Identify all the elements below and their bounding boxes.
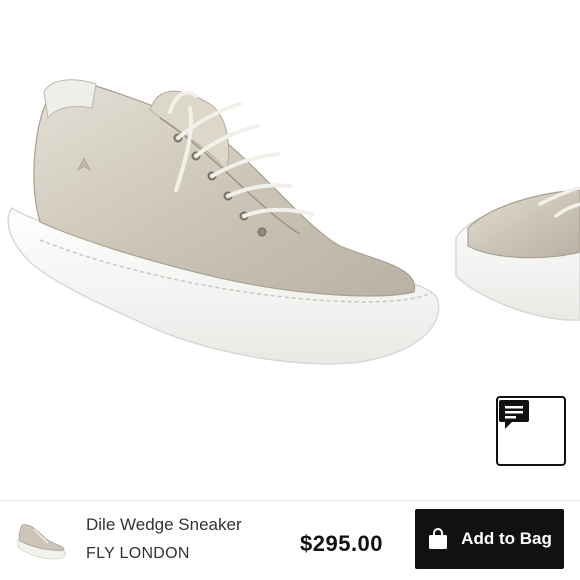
add-to-bag-label: Add to Bag (461, 529, 552, 548)
add-to-bag-button[interactable]: Add to Bag (415, 509, 564, 569)
product-thumbnail[interactable] (14, 515, 70, 561)
product-image (7, 79, 580, 365)
shopping-bag-icon (429, 528, 448, 549)
sticky-add-to-bag-bar: Dile Wedge Sneaker FLY LONDON $295.00 Ad… (0, 500, 580, 580)
chat-icon (499, 400, 529, 429)
product-name: Dile Wedge Sneaker (86, 515, 242, 534)
product-price: $295.00 (300, 531, 384, 556)
product-brand[interactable]: FLY LONDON (86, 545, 190, 563)
chat-button[interactable] (496, 396, 566, 466)
product-image-gallery[interactable] (0, 0, 580, 500)
